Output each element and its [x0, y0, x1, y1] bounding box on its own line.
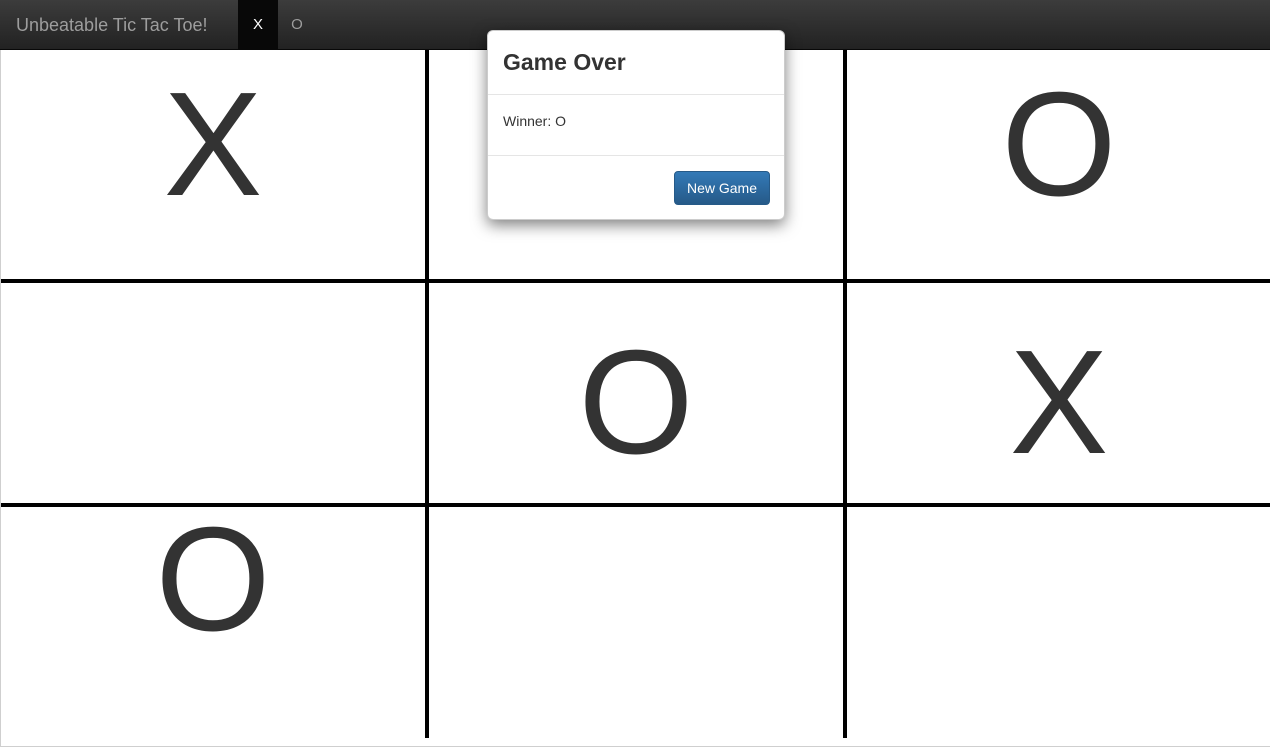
- board-cell-8[interactable]: [847, 507, 1270, 738]
- dialog-title: Game Over: [503, 49, 626, 75]
- dialog-footer: New Game: [488, 156, 784, 219]
- dialog-body: Winner: O: [488, 95, 784, 156]
- tab-player-x[interactable]: X: [238, 0, 278, 49]
- board-cell-2[interactable]: O: [847, 50, 1270, 279]
- grid-line-vertical-2: [843, 50, 847, 738]
- grid-line-vertical-1: [425, 50, 429, 738]
- board-cell-6[interactable]: O: [1, 497, 425, 738]
- board-cell-7[interactable]: [429, 507, 843, 738]
- grid-line-horizontal-1: [1, 279, 1270, 283]
- new-game-button[interactable]: New Game: [674, 171, 770, 205]
- board-cell-5[interactable]: X: [847, 283, 1270, 503]
- board-cell-0[interactable]: X: [1, 50, 425, 279]
- navbar-brand[interactable]: Unbeatable Tic Tac Toe!: [16, 14, 207, 36]
- board-cell-3[interactable]: [1, 283, 425, 503]
- board-cell-4[interactable]: O: [429, 283, 843, 503]
- tab-player-o[interactable]: O: [278, 0, 316, 49]
- grid-line-horizontal-2: [1, 503, 1270, 507]
- game-over-dialog: Game Over Winner: O New Game: [487, 30, 785, 220]
- dialog-header: Game Over: [488, 31, 784, 95]
- winner-message: Winner: O: [503, 113, 567, 129]
